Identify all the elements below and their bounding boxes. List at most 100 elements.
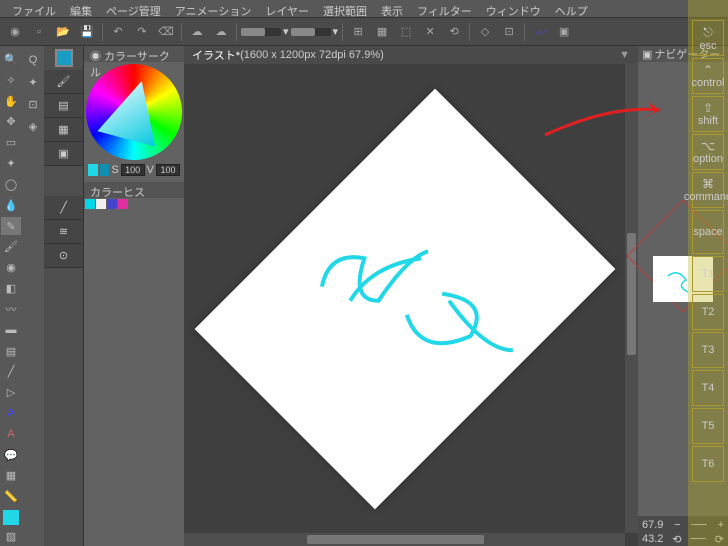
key-control[interactable]: ⌃control (692, 58, 724, 94)
canvas-title: イラスト* (192, 47, 240, 63)
color-circle-tab[interactable]: ◉ カラーサークル (84, 46, 184, 62)
tab-dropdown-icon[interactable]: ▼ (619, 49, 630, 61)
canvas-tab[interactable]: イラスト* (1600 x 1200px 72dpi 67.9%) ▼ (184, 46, 638, 64)
subpanel-layer-icon[interactable]: ▤ (44, 94, 83, 118)
subpanel-blend-icon[interactable]: ≋ (44, 220, 83, 244)
s-value-input[interactable] (121, 164, 145, 176)
open-icon[interactable]: 📂 (52, 21, 74, 43)
rotate-icon[interactable]: ⟲ (443, 21, 465, 43)
shape-tool-icon[interactable]: ▷ (1, 383, 21, 402)
subpanel-stroke-icon[interactable]: ╱ (44, 196, 83, 220)
subtool-q-icon[interactable]: Q (23, 50, 43, 70)
ruler-tool-icon[interactable]: 📏 (1, 487, 21, 506)
subpanel-brush-icon[interactable]: 🖌 (44, 70, 83, 94)
text-tool2-icon[interactable]: A (1, 425, 21, 444)
menu-help[interactable]: ヘルプ (555, 3, 588, 14)
subtool-2-icon[interactable]: ⊡ (23, 94, 43, 114)
key-shift[interactable]: ⇧shift (692, 96, 724, 132)
frame-tool-icon[interactable]: ▦ (1, 467, 21, 486)
subpanel-pt-icon[interactable]: ⊙ (44, 244, 83, 268)
grid-icon[interactable]: ▦ (371, 21, 393, 43)
eraser-tool-icon[interactable]: ◧ (1, 279, 21, 298)
zoom-tool-icon[interactable]: 🔍 (1, 50, 21, 69)
menu-anim[interactable]: アニメーション (175, 3, 252, 14)
new-icon[interactable]: ▫ (28, 21, 50, 43)
subpanel-nav-icon[interactable]: ▣ (44, 142, 83, 166)
studio-icon[interactable]: ▣ (553, 21, 575, 43)
text-tool-icon[interactable]: A (1, 404, 21, 423)
undo-icon[interactable]: ↶ (107, 21, 129, 43)
menu-edit[interactable]: 編集 (70, 3, 92, 14)
flip-icon[interactable]: ✕ (419, 21, 441, 43)
brush-size-slider[interactable]: ▾ (241, 25, 289, 38)
checker-icon[interactable]: ▨ (1, 527, 21, 546)
clear-icon[interactable]: ⌫ (155, 21, 177, 43)
angle-value: 43.2 (642, 533, 663, 545)
hand-tool-icon[interactable]: ✋ (1, 92, 21, 111)
brush-tool-icon[interactable]: 🖌 (1, 237, 21, 256)
canvas-paper[interactable] (194, 88, 615, 509)
subtool-3-icon[interactable]: ◈ (23, 116, 43, 136)
menu-file[interactable]: ファイル (12, 3, 56, 14)
menu-filter[interactable]: フィルター (417, 3, 472, 14)
key-t4[interactable]: T4 (692, 370, 724, 406)
pen-tool-icon[interactable]: ✎ (1, 217, 21, 236)
key-esc[interactable]: ⎋esc (692, 20, 724, 56)
menu-view[interactable]: 表示 (381, 3, 403, 14)
horizontal-scrollbar[interactable] (184, 533, 625, 546)
ruler-icon[interactable]: ⬚ (395, 21, 417, 43)
key-t5[interactable]: T5 (692, 408, 724, 444)
key-space[interactable]: space (692, 210, 724, 254)
transform-icon[interactable]: ◇ (474, 21, 496, 43)
active-color-swatch[interactable] (55, 49, 73, 67)
key-t6[interactable]: T6 (692, 446, 724, 482)
fill-tool-icon[interactable]: ▬ (1, 321, 21, 340)
save-icon[interactable]: 💾 (76, 21, 98, 43)
select-tool-icon[interactable]: ✧ (1, 71, 21, 90)
color-swatch-sub[interactable] (100, 164, 110, 176)
canvas-info: (1600 x 1200px 72dpi 67.9%) (240, 49, 384, 61)
menu-window[interactable]: ウィンドウ (486, 3, 541, 14)
key-t2[interactable]: T2 (692, 294, 724, 330)
key-option[interactable]: ⌥option (692, 134, 724, 170)
app-icon[interactable]: ◉ (4, 21, 26, 43)
blend-tool-icon[interactable]: 〰 (1, 300, 21, 319)
marquee-tool-icon[interactable]: ▭ (1, 133, 21, 152)
key-t1[interactable]: T1 (692, 256, 724, 292)
gradient-tool-icon[interactable]: ▤ (1, 342, 21, 361)
snap-icon[interactable]: ⊞ (347, 21, 369, 43)
menu-select[interactable]: 選択範囲 (323, 3, 367, 14)
eyedrop-tool-icon[interactable]: 💧 (1, 196, 21, 215)
key-t3[interactable]: T3 (692, 332, 724, 368)
mesh-icon[interactable]: ⊡ (498, 21, 520, 43)
v-value-input[interactable] (156, 164, 180, 176)
command-bar: ◉ ▫ 📂 💾 ↶ ↷ ⌫ ☁ ☁ ▾ ▾ ⊞ ▦ ⬚ ✕ ⟲ ◇ ⊡ 〰 ▣ (0, 18, 728, 46)
line-tool-icon[interactable]: ╱ (1, 362, 21, 381)
rotate-ccw-icon[interactable]: ⟲ (672, 533, 681, 546)
vertical-scrollbar[interactable] (625, 64, 638, 533)
subpanel-mat-icon[interactable]: ▦ (44, 118, 83, 142)
canvas-viewport[interactable] (184, 64, 625, 533)
lasso-tool-icon[interactable]: ◯ (1, 175, 21, 194)
menu-page[interactable]: ページ管理 (106, 3, 161, 14)
subtool-1-icon[interactable]: ✦ (23, 72, 43, 92)
brush-tip-icon[interactable]: 〰 (529, 21, 551, 43)
fg-color-swatch[interactable] (3, 510, 19, 525)
key-command[interactable]: ⌘command (692, 172, 724, 208)
menu-layer[interactable]: レイヤー (265, 3, 309, 14)
tool-palette-b: Q ✦ ⊡ ◈ (22, 46, 44, 546)
balloon-tool-icon[interactable]: 💬 (1, 446, 21, 465)
redo-icon[interactable]: ↷ (131, 21, 153, 43)
zoom-out-icon[interactable]: − (674, 519, 680, 531)
tool-palette-a: 🔍 ✧ ✋ ✥ ▭ ✦ ◯ 💧 ✎ 🖌 ◉ ◧ 〰 ▬ ▤ ╱ ▷ A A 💬 … (0, 46, 22, 546)
cloud2-icon[interactable]: ☁ (210, 21, 232, 43)
wand-tool-icon[interactable]: ✦ (1, 154, 21, 173)
color-swatch-main[interactable] (88, 164, 98, 176)
airbrush-tool-icon[interactable]: ◉ (1, 258, 21, 277)
color-history-tab[interactable]: カラーヒス (84, 182, 184, 198)
color-wheel[interactable] (86, 64, 182, 160)
edge-keyboard: ⎋esc ⌃control ⇧shift ⌥option ⌘command sp… (688, 0, 728, 546)
move-tool-icon[interactable]: ✥ (1, 112, 21, 131)
cloud-icon[interactable]: ☁ (186, 21, 208, 43)
opacity-slider[interactable]: ▾ (291, 25, 339, 38)
